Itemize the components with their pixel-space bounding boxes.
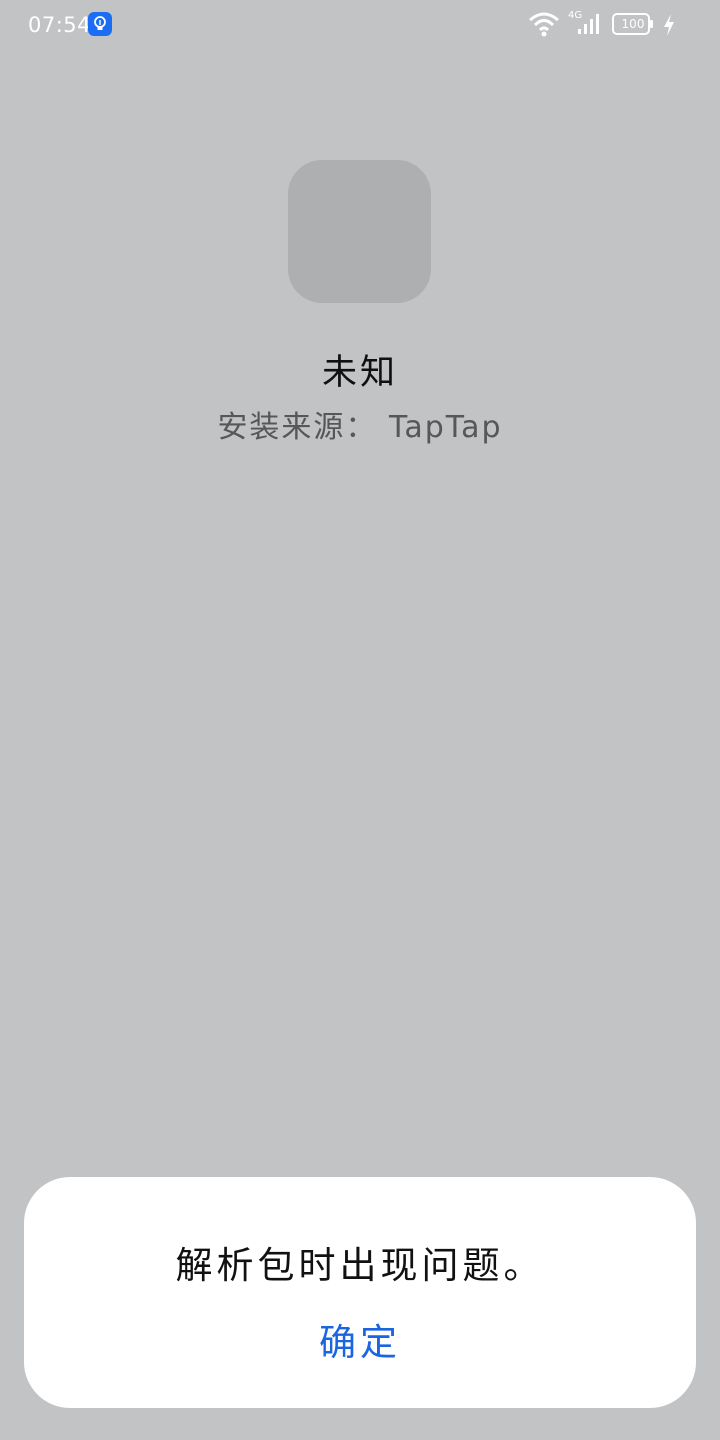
error-dialog: 解析包时出现问题。 确定 <box>24 1177 696 1408</box>
wifi-icon <box>529 12 559 37</box>
app-name: 未知 <box>321 353 398 393</box>
charging-bolt-icon <box>664 14 674 36</box>
battery-level: 100 <box>621 17 645 31</box>
confirm-button[interactable]: 确定 <box>260 1313 460 1373</box>
app-icon-placeholder <box>288 160 431 303</box>
status-bar: 07:54 4G 100 <box>0 0 720 50</box>
signal-strength-icon <box>578 14 599 34</box>
lightbulb-notification-icon <box>88 12 112 36</box>
dialog-message: 解析包时出现问题。 <box>175 1244 545 1287</box>
install-source-label: 安装来源： TapTap <box>217 410 503 445</box>
status-time: 07:54 <box>28 13 92 37</box>
